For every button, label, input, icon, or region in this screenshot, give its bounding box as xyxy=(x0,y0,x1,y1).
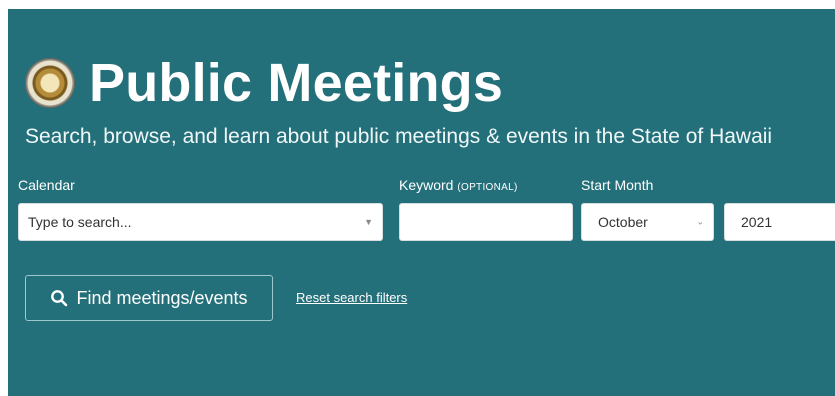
page-subtitle: Search, browse, and learn about public m… xyxy=(25,125,773,148)
month-select[interactable]: October ⌄ xyxy=(581,203,714,241)
hawaii-state-seal-icon xyxy=(25,58,75,108)
chevron-down-icon: ▼ xyxy=(364,217,373,227)
find-meetings-button[interactable]: Find meetings/events xyxy=(25,275,273,321)
keyword-label-text: Keyword xyxy=(399,177,454,193)
month-select-value: October xyxy=(598,214,648,230)
year-select[interactable]: 2021 xyxy=(724,203,835,241)
reset-search-filters-link[interactable]: Reset search filters xyxy=(296,290,407,305)
page-title: Public Meetings xyxy=(89,53,504,113)
calendar-select[interactable]: Type to search... ▼ xyxy=(18,203,383,241)
chevron-down-icon: ⌄ xyxy=(696,216,704,227)
search-icon xyxy=(51,290,68,307)
start-month-label: Start Month xyxy=(581,177,654,193)
year-select-value: 2021 xyxy=(741,214,773,230)
keyword-label: Keyword (OPTIONAL) xyxy=(399,177,518,193)
calendar-select-placeholder: Type to search... xyxy=(28,214,132,230)
calendar-label: Calendar xyxy=(18,177,75,193)
keyword-optional-hint: (OPTIONAL) xyxy=(457,182,518,193)
search-panel: Public Meetings Search, browse, and lear… xyxy=(8,9,835,396)
header: Public Meetings xyxy=(25,56,503,110)
find-meetings-button-label: Find meetings/events xyxy=(76,287,248,308)
keyword-input[interactable] xyxy=(399,203,573,241)
